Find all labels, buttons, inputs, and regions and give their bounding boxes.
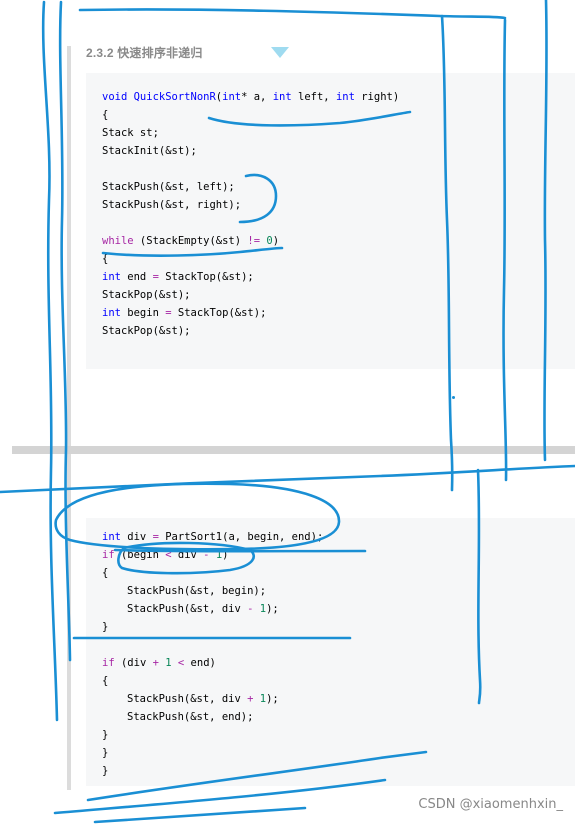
code-line: if (div + 1 < end) [102, 654, 216, 672]
code-line: StackPush(&st, div + 1); [127, 690, 279, 708]
section-heading: 2.3.2 快速排序非递归 [86, 46, 203, 60]
code-token: StackPop(&st); [102, 325, 191, 337]
code-token: StackInit(&st); [102, 145, 197, 157]
code-token: StackPop(&st); [102, 289, 191, 301]
blockquote-rule [67, 46, 71, 790]
code-token: end) [184, 657, 216, 669]
code-token: begin [120, 307, 166, 319]
code-line: StackPush(&st, end); [127, 708, 253, 726]
code-line: StackPop(&st); [102, 322, 191, 340]
code-line: { [102, 106, 108, 124]
code-token: } [102, 747, 109, 759]
code-token: ) [222, 549, 229, 561]
page-separator [12, 446, 575, 454]
code-token: while [102, 235, 134, 247]
code-token: div [120, 531, 153, 543]
code-token: StackTop(&st); [158, 271, 254, 283]
code-line: int begin = StackTop(&st); [102, 304, 266, 322]
code-token: StackPush(&st, end); [127, 711, 254, 723]
ink-cross-long [0, 464, 575, 494]
ink-top-stroke [78, 8, 507, 20]
code-token: (begin [114, 549, 166, 561]
code-token: if [102, 657, 115, 669]
code-token: int [335, 91, 355, 103]
cyan-arrow-mark [271, 47, 289, 58]
code-token: left, [291, 91, 336, 103]
code-token: end [120, 271, 153, 283]
ink-left-outer [41, 0, 59, 722]
code-token: int [102, 307, 121, 319]
code-token: StackPush(&st, div [127, 603, 248, 615]
code-token: div [171, 549, 204, 561]
code-token: ); [266, 693, 279, 705]
code-token: != [247, 235, 261, 247]
code-token: ) [272, 235, 280, 247]
code-token: * a, [241, 91, 273, 103]
code-token: void [102, 91, 134, 103]
code-token: int [272, 91, 292, 103]
code-token: if [102, 549, 115, 561]
code-line: if (begin < div - 1) [102, 546, 228, 564]
ink-dot [452, 396, 455, 399]
code-token: (div [114, 657, 153, 669]
code-line: StackPush(&st, div - 1); [127, 600, 279, 618]
code-token: } [102, 729, 109, 741]
code-token: } [102, 765, 109, 777]
code-line: } [102, 762, 108, 780]
code-token: PartSort1(a, begin, end); [158, 531, 324, 543]
code-token: int [222, 91, 242, 103]
csdn-watermark: CSDN @xiaomenhxin_ [418, 797, 563, 812]
code-token: StackPush(&st, left); [102, 181, 235, 193]
code-token: (StackEmpty(&st) [133, 235, 248, 247]
code-line: } [102, 618, 108, 636]
code-token: { [102, 675, 109, 687]
code-line: { [102, 672, 108, 690]
code-token: int [102, 531, 121, 543]
ink-bottom-3 [93, 806, 307, 824]
code-line: { [102, 250, 108, 268]
code-token: int [102, 271, 121, 283]
code-line: Stack st; [102, 124, 159, 142]
code-token: right) [354, 91, 400, 103]
code-token: ); [266, 603, 279, 615]
code-line: int div = PartSort1(a, begin, end); [102, 528, 323, 546]
code-line: StackInit(&st); [102, 142, 197, 160]
code-token: } [102, 621, 109, 633]
code-line: int end = StackTop(&st); [102, 268, 254, 286]
code-line: StackPush(&st, begin); [127, 582, 266, 600]
code-line: { [102, 564, 108, 582]
code-line: StackPush(&st, left); [102, 178, 235, 196]
code-token: { [102, 109, 109, 121]
code-token: Stack st; [102, 127, 159, 139]
code-token: { [102, 567, 109, 579]
code-line: } [102, 726, 108, 744]
code-line: StackPop(&st); [102, 286, 191, 304]
code-token: { [102, 253, 109, 265]
code-line: StackPush(&st, right); [102, 196, 241, 214]
code-line: } [102, 744, 108, 762]
code-line: while (StackEmpty(&st) != 0) [102, 232, 279, 250]
code-token: QuickSortNonR [133, 91, 216, 103]
code-token: StackPush(&st, div [127, 693, 248, 705]
code-token: StackPush(&st, right); [102, 199, 242, 211]
code-token: StackPush(&st, begin); [127, 585, 267, 597]
code-line: void QuickSortNonR(int* a, int left, int… [102, 88, 399, 106]
code-token: StackTop(&st); [171, 307, 267, 319]
